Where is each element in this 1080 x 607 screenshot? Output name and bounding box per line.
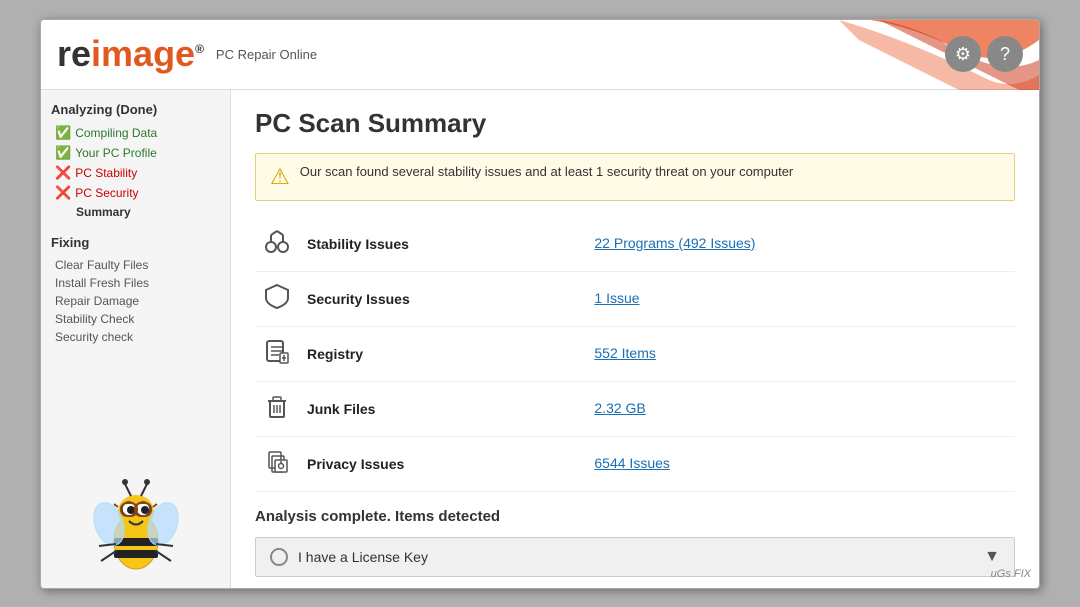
registry-icon: [263, 337, 291, 365]
sidebar-item-summary[interactable]: Summary: [51, 203, 220, 221]
sidebar-label-security: PC Security: [75, 186, 138, 200]
table-row: Stability Issues 22 Programs (492 Issues…: [255, 217, 1015, 272]
chevron-down-icon: ▼: [984, 548, 1000, 566]
analyzing-title: Analyzing (Done): [51, 102, 220, 117]
table-row: Junk Files 2.32 GB: [255, 381, 1015, 436]
check-icon-compiling: ✅: [55, 125, 71, 141]
sidebar-item-security-check[interactable]: Security check: [51, 328, 220, 346]
x-icon-stability: ❌: [55, 165, 71, 181]
content-area: PC Scan Summary ⚠ Our scan found several…: [231, 90, 1039, 588]
alert-box: ⚠ Our scan found several stability issue…: [255, 153, 1015, 201]
logo: reimage® PC Repair Online: [57, 33, 317, 75]
sidebar-item-security[interactable]: ❌ PC Security: [51, 183, 220, 203]
logo-image: image: [91, 33, 195, 74]
privacy-name: Privacy Issues: [299, 436, 586, 491]
fixing-title: Fixing: [51, 235, 220, 250]
sidebar-item-repair-damage[interactable]: Repair Damage: [51, 292, 220, 310]
bee-mascot: [81, 466, 191, 576]
sidebar-label-summary: Summary: [76, 205, 131, 219]
sidebar-label-security-check: Security check: [55, 330, 133, 344]
header-icons: ⚙ ?: [945, 36, 1023, 72]
table-row: Security Issues 1 Issue: [255, 271, 1015, 326]
logo-text: reimage®: [57, 33, 204, 75]
watermark: uGs FIX: [991, 568, 1031, 580]
check-icon-profile: ✅: [55, 145, 71, 161]
sidebar-item-stability[interactable]: ❌ PC Stability: [51, 163, 220, 183]
license-radio[interactable]: [270, 548, 288, 566]
page-title: PC Scan Summary: [255, 108, 1015, 139]
main-content: Analyzing (Done) ✅ Compiling Data ✅ Your…: [41, 90, 1039, 588]
sidebar-item-profile[interactable]: ✅ Your PC Profile: [51, 143, 220, 163]
sidebar-label-profile: Your PC Profile: [75, 146, 157, 160]
security-icon-cell: [255, 271, 299, 326]
logo-re: re: [57, 33, 91, 74]
privacy-value[interactable]: 6544 Issues: [594, 455, 670, 471]
sidebar-item-stability-check[interactable]: Stability Check: [51, 310, 220, 328]
help-icon: ?: [1000, 44, 1010, 65]
sidebar-item-clear-faulty[interactable]: Clear Faulty Files: [51, 256, 220, 274]
sidebar-bottom: [51, 346, 220, 576]
alert-text: Our scan found several stability issues …: [300, 164, 794, 179]
header: reimage® PC Repair Online ⚙ ?: [41, 20, 1039, 90]
table-row: Privacy Issues 6544 Issues: [255, 436, 1015, 491]
stability-name: Stability Issues: [299, 217, 586, 272]
license-row[interactable]: I have a License Key ▼: [255, 537, 1015, 577]
sidebar-item-install-fresh[interactable]: Install Fresh Files: [51, 274, 220, 292]
sidebar-item-compiling[interactable]: ✅ Compiling Data: [51, 123, 220, 143]
sidebar-label-install-fresh: Install Fresh Files: [55, 276, 149, 290]
table-row: Registry 552 Items: [255, 326, 1015, 381]
sidebar-label-clear-faulty: Clear Faulty Files: [55, 258, 148, 272]
sidebar-label-repair-damage: Repair Damage: [55, 294, 139, 308]
main-window: reimage® PC Repair Online ⚙ ? Analyzing …: [40, 19, 1040, 589]
registry-value[interactable]: 552 Items: [594, 345, 655, 361]
logo-reg: ®: [195, 42, 204, 56]
analysis-complete: Analysis complete. Items detected: [255, 508, 1015, 525]
registry-icon-cell: [255, 326, 299, 381]
sidebar-label-compiling: Compiling Data: [75, 126, 157, 140]
settings-icon: ⚙: [955, 44, 971, 65]
settings-button[interactable]: ⚙: [945, 36, 981, 72]
privacy-icon-cell: [255, 436, 299, 491]
junk-value[interactable]: 2.32 GB: [594, 400, 645, 416]
sidebar-label-stability: PC Stability: [75, 166, 137, 180]
stability-icon: [263, 227, 291, 255]
registry-name: Registry: [299, 326, 586, 381]
x-icon-security: ❌: [55, 185, 71, 201]
sidebar-label-stability-check: Stability Check: [55, 312, 134, 326]
junk-icon: [263, 392, 291, 420]
alert-icon: ⚠: [270, 164, 290, 190]
logo-subtitle: PC Repair Online: [216, 47, 317, 62]
security-name: Security Issues: [299, 271, 586, 326]
license-label: I have a License Key: [298, 549, 974, 565]
security-value[interactable]: 1 Issue: [594, 290, 639, 306]
stability-value[interactable]: 22 Programs (492 Issues): [594, 235, 755, 251]
help-button[interactable]: ?: [987, 36, 1023, 72]
sidebar: Analyzing (Done) ✅ Compiling Data ✅ Your…: [41, 90, 231, 588]
stability-icon-cell: [255, 217, 299, 272]
privacy-icon: [263, 447, 291, 475]
junk-icon-cell: [255, 381, 299, 436]
junk-name: Junk Files: [299, 381, 586, 436]
security-icon: [263, 282, 291, 310]
issues-table: Stability Issues 22 Programs (492 Issues…: [255, 217, 1015, 492]
